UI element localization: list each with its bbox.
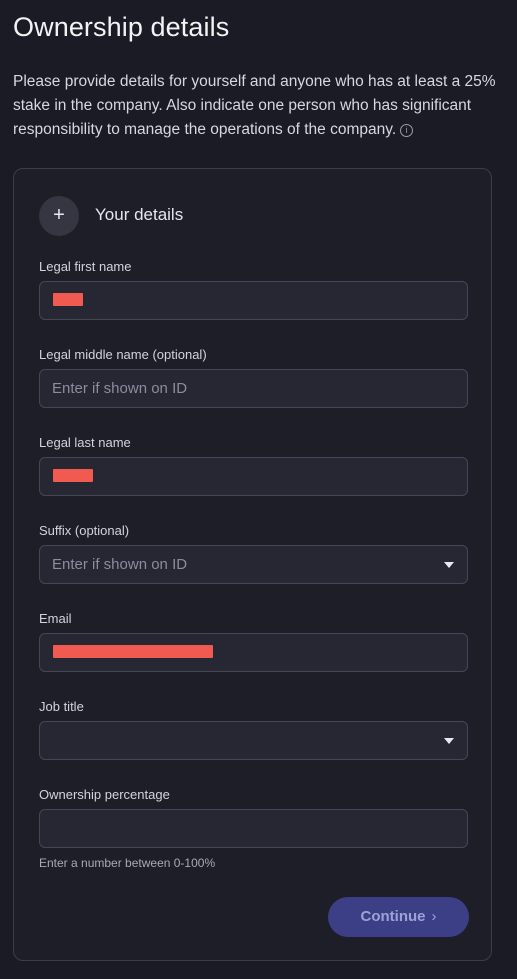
info-icon[interactable]: i — [400, 124, 414, 137]
ownership-details-page: Ownership details Please provide details… — [0, 0, 517, 979]
middle-name-field[interactable]: Enter if shown on ID — [39, 369, 468, 408]
middle-name-placeholder: Enter if shown on ID — [52, 380, 188, 397]
intro-text: Please provide details for yourself and … — [13, 70, 503, 142]
email-label: Email — [39, 611, 72, 626]
email-field[interactable] — [39, 633, 468, 672]
redaction-mark — [53, 469, 93, 482]
caret-down-icon — [444, 562, 454, 568]
redaction-mark — [53, 645, 213, 658]
plus-icon: + — [53, 204, 65, 226]
last-name-label: Legal last name — [39, 435, 131, 450]
owner-details-card: + Your details Legal first name Legal mi… — [13, 168, 492, 961]
intro-paragraph: Please provide details for yourself and … — [13, 73, 496, 138]
continue-button[interactable]: Continue › — [328, 897, 469, 937]
section-title: Your details — [95, 205, 184, 224]
last-name-field[interactable] — [39, 457, 468, 496]
first-name-label: Legal first name — [39, 259, 132, 274]
ownership-hint: Enter a number between 0-100% — [39, 856, 216, 870]
caret-down-icon — [444, 738, 454, 744]
add-owner-button[interactable]: + — [39, 196, 79, 236]
suffix-placeholder: Enter if shown on ID — [52, 556, 188, 573]
redaction-mark — [53, 293, 83, 306]
suffix-label: Suffix (optional) — [39, 523, 130, 538]
suffix-select[interactable]: Enter if shown on ID — [39, 545, 468, 584]
job-title-label: Job title — [39, 699, 84, 714]
first-name-field[interactable] — [39, 281, 468, 320]
ownership-label: Ownership percentage — [39, 787, 170, 802]
chevron-right-icon: › — [431, 908, 437, 925]
middle-name-label: Legal middle name (optional) — [39, 347, 207, 362]
page-title: Ownership details — [13, 12, 230, 42]
continue-label: Continue — [360, 908, 426, 925]
job-title-select[interactable] — [39, 721, 468, 760]
ownership-percentage-field[interactable] — [39, 809, 468, 848]
